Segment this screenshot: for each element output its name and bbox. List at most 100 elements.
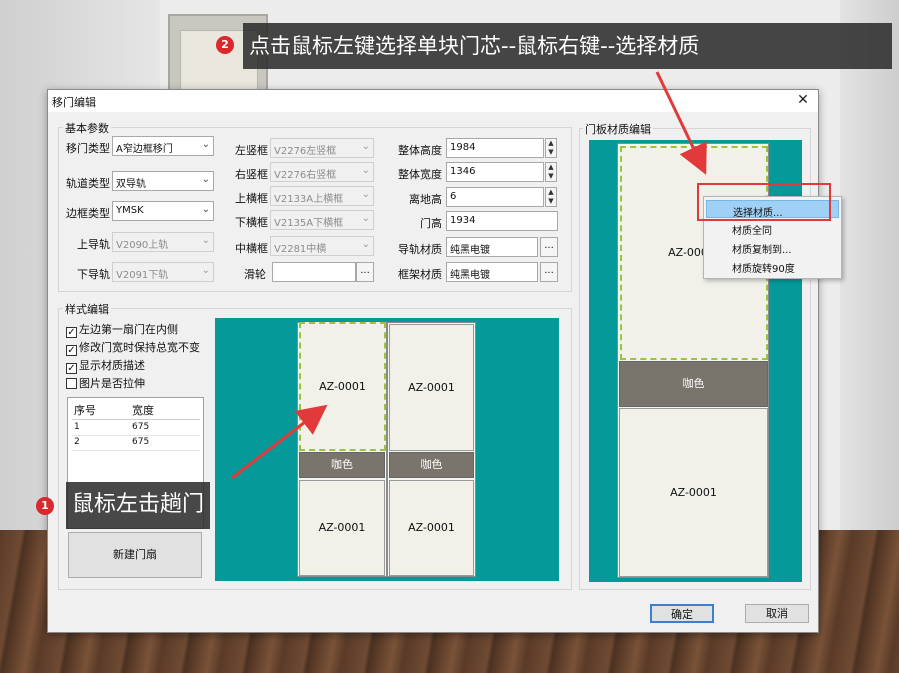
show-material-desc-checkbox[interactable]: ✓ 显示材质描述 xyxy=(66,357,145,374)
mid-rail-value: V2281中横 xyxy=(274,244,327,255)
chevron-down-icon: ⌄ xyxy=(201,265,210,276)
left-stile-value: V2276左竖框 xyxy=(274,146,337,157)
track-type-value: 双导轨 xyxy=(116,179,146,190)
checkbox-box[interactable]: ✓ xyxy=(66,327,77,338)
menu-item-rotate-material[interactable]: 材质旋转90度 xyxy=(706,257,839,275)
column-header-index: 序号 xyxy=(74,404,96,417)
checkbox-box[interactable]: ✓ xyxy=(66,363,77,374)
row-width: 675 xyxy=(132,422,150,432)
spin-up-icon[interactable]: ▲ xyxy=(546,163,556,172)
spin-down-icon[interactable]: ▼ xyxy=(546,148,556,157)
mid-rail-select[interactable]: V2281中横 ⌄ xyxy=(270,236,374,256)
pulley-browse-button[interactable]: ... xyxy=(356,262,374,282)
stretch-image-checkbox[interactable]: 图片是否拉伸 xyxy=(66,375,145,391)
callout-badge-1: 1 xyxy=(36,497,54,515)
door-type-select[interactable]: A窄边框移门 ⌄ xyxy=(112,136,214,156)
core-label: AZ-0001 xyxy=(318,521,366,534)
total-height-stepper[interactable]: ▲ ▼ xyxy=(545,138,557,158)
material-core-bottom[interactable]: AZ-0001 xyxy=(619,408,768,577)
style-edit-title: 样式编辑 xyxy=(63,301,111,317)
row-divider xyxy=(72,450,200,451)
rail-material-browse-button[interactable]: ... xyxy=(540,237,558,257)
door-core-right-bottom[interactable]: AZ-0001 xyxy=(389,480,474,576)
column-header-width: 宽度 xyxy=(132,404,154,417)
new-door-button[interactable]: 新建门扇 xyxy=(68,532,202,578)
door-band-right[interactable]: 咖色 xyxy=(389,452,474,478)
spin-down-icon[interactable]: ▼ xyxy=(546,172,556,181)
upper-rail-select[interactable]: V2090上轨 ⌄ xyxy=(112,232,214,252)
pulley-input[interactable] xyxy=(272,262,356,282)
band-label: 咖色 xyxy=(420,458,443,471)
sliding-door-dialog: 移门编辑 ✕ 基本参数 移门类型 A窄边框移门 ⌄ 轨道类型 双导轨 ⌄ 边框类型 … xyxy=(47,89,819,633)
callout-badge-2: 2 xyxy=(216,36,234,54)
total-width-stepper[interactable]: ▲ ▼ xyxy=(545,162,557,182)
track-type-select[interactable]: 双导轨 ⌄ xyxy=(112,171,214,191)
title-bar: 移门编辑 ✕ xyxy=(48,90,818,112)
right-stile-value: V2276右竖框 xyxy=(274,170,337,181)
chevron-down-icon: ⌄ xyxy=(361,141,370,152)
total-height-input[interactable]: 1984 xyxy=(446,138,544,158)
frame-type-value: YMSK xyxy=(116,205,144,216)
frame-material-input[interactable]: 纯黑电镀 xyxy=(446,262,538,282)
frame-type-select[interactable]: YMSK ⌄ xyxy=(112,201,214,221)
left-stile-select[interactable]: V2276左竖框 ⌄ xyxy=(270,138,374,158)
menu-item-copy-material-to[interactable]: 材质复制到... xyxy=(706,238,839,256)
chevron-down-icon: ⌄ xyxy=(201,139,210,150)
row-index: 1 xyxy=(74,422,80,432)
chevron-down-icon: ⌄ xyxy=(361,213,370,224)
chevron-down-icon: ⌄ xyxy=(361,189,370,200)
inner-first-door-checkbox[interactable]: ✓ 左边第一扇门在内侧 xyxy=(66,321,178,338)
spin-up-icon[interactable]: ▲ xyxy=(546,188,556,197)
row-divider xyxy=(72,435,200,436)
callout-left-click-door: 鼠标左击趟门 xyxy=(66,482,211,529)
annotation-highlight-box xyxy=(697,183,831,221)
screenshot-stage: 移门编辑 ✕ 基本参数 移门类型 A窄边框移门 ⌄ 轨道类型 双导轨 ⌄ 边框类型 … xyxy=(0,0,899,673)
door-core-left-bottom[interactable]: AZ-0001 xyxy=(299,480,385,576)
core-label: AZ-0001 xyxy=(670,486,717,499)
chevron-down-icon: ⌄ xyxy=(201,204,210,215)
ground-height-input[interactable]: 6 xyxy=(446,187,544,207)
core-label: AZ-0001 xyxy=(319,380,366,393)
rail-material-input[interactable]: 纯黑电镀 xyxy=(446,237,538,257)
checkbox-box[interactable] xyxy=(66,378,77,389)
top-rail-value: V2133A上横框 xyxy=(274,194,344,205)
lower-rail-select[interactable]: V2091下轨 ⌄ xyxy=(112,262,214,282)
spin-up-icon[interactable]: ▲ xyxy=(546,139,556,148)
frame-material-browse-button[interactable]: ... xyxy=(540,262,558,282)
door-type-label: 移门类型 xyxy=(66,142,110,155)
door-height-input[interactable]: 1934 xyxy=(446,211,558,231)
top-rail-label: 上横框 xyxy=(235,192,268,205)
spin-down-icon[interactable]: ▼ xyxy=(546,197,556,206)
bottom-rail-label: 下横框 xyxy=(235,216,268,229)
band-label: 咖色 xyxy=(331,458,353,471)
top-rail-select[interactable]: V2133A上横框 ⌄ xyxy=(270,186,374,206)
material-band[interactable]: 咖色 xyxy=(619,361,768,407)
basic-params-title: 基本参数 xyxy=(63,120,111,136)
keep-total-width-checkbox[interactable]: ✓ 修改门宽时保持总宽不变 xyxy=(66,339,200,356)
ground-height-stepper[interactable]: ▲ ▼ xyxy=(545,187,557,207)
upper-rail-value: V2090上轨 xyxy=(116,240,169,251)
door-band-left[interactable]: 咖色 xyxy=(299,452,385,478)
frame-type-label: 边框类型 xyxy=(66,207,110,220)
checkbox-label: 图片是否拉伸 xyxy=(79,377,145,390)
door-height-label: 门高 xyxy=(420,217,442,230)
door-core-right-top[interactable]: AZ-0001 xyxy=(389,324,474,451)
total-width-label: 整体宽度 xyxy=(398,168,442,181)
chevron-down-icon: ⌄ xyxy=(361,165,370,176)
window-title: 移门编辑 xyxy=(52,96,96,109)
chevron-down-icon: ⌄ xyxy=(361,239,370,250)
row-index: 2 xyxy=(74,437,80,447)
menu-item-material-all-same[interactable]: 材质全同 xyxy=(706,219,839,237)
total-width-input[interactable]: 1346 xyxy=(446,162,544,182)
cancel-button[interactable]: 取消 xyxy=(745,604,809,623)
right-stile-select[interactable]: V2276右竖框 ⌄ xyxy=(270,162,374,182)
callout-select-material-steps: 点击鼠标左键选择单块门芯--鼠标右键--选择材质 xyxy=(243,23,892,69)
close-icon[interactable]: ✕ xyxy=(794,91,812,109)
total-height-label: 整体高度 xyxy=(398,144,442,157)
core-label: AZ-000 xyxy=(668,246,708,259)
ok-button[interactable]: 确定 xyxy=(650,604,714,623)
checkbox-box[interactable]: ✓ xyxy=(66,345,77,356)
checkbox-label: 显示材质描述 xyxy=(79,359,145,372)
door-core-left-top[interactable]: AZ-0001 xyxy=(299,322,386,451)
bottom-rail-select[interactable]: V2135A下横框 ⌄ xyxy=(270,210,374,230)
